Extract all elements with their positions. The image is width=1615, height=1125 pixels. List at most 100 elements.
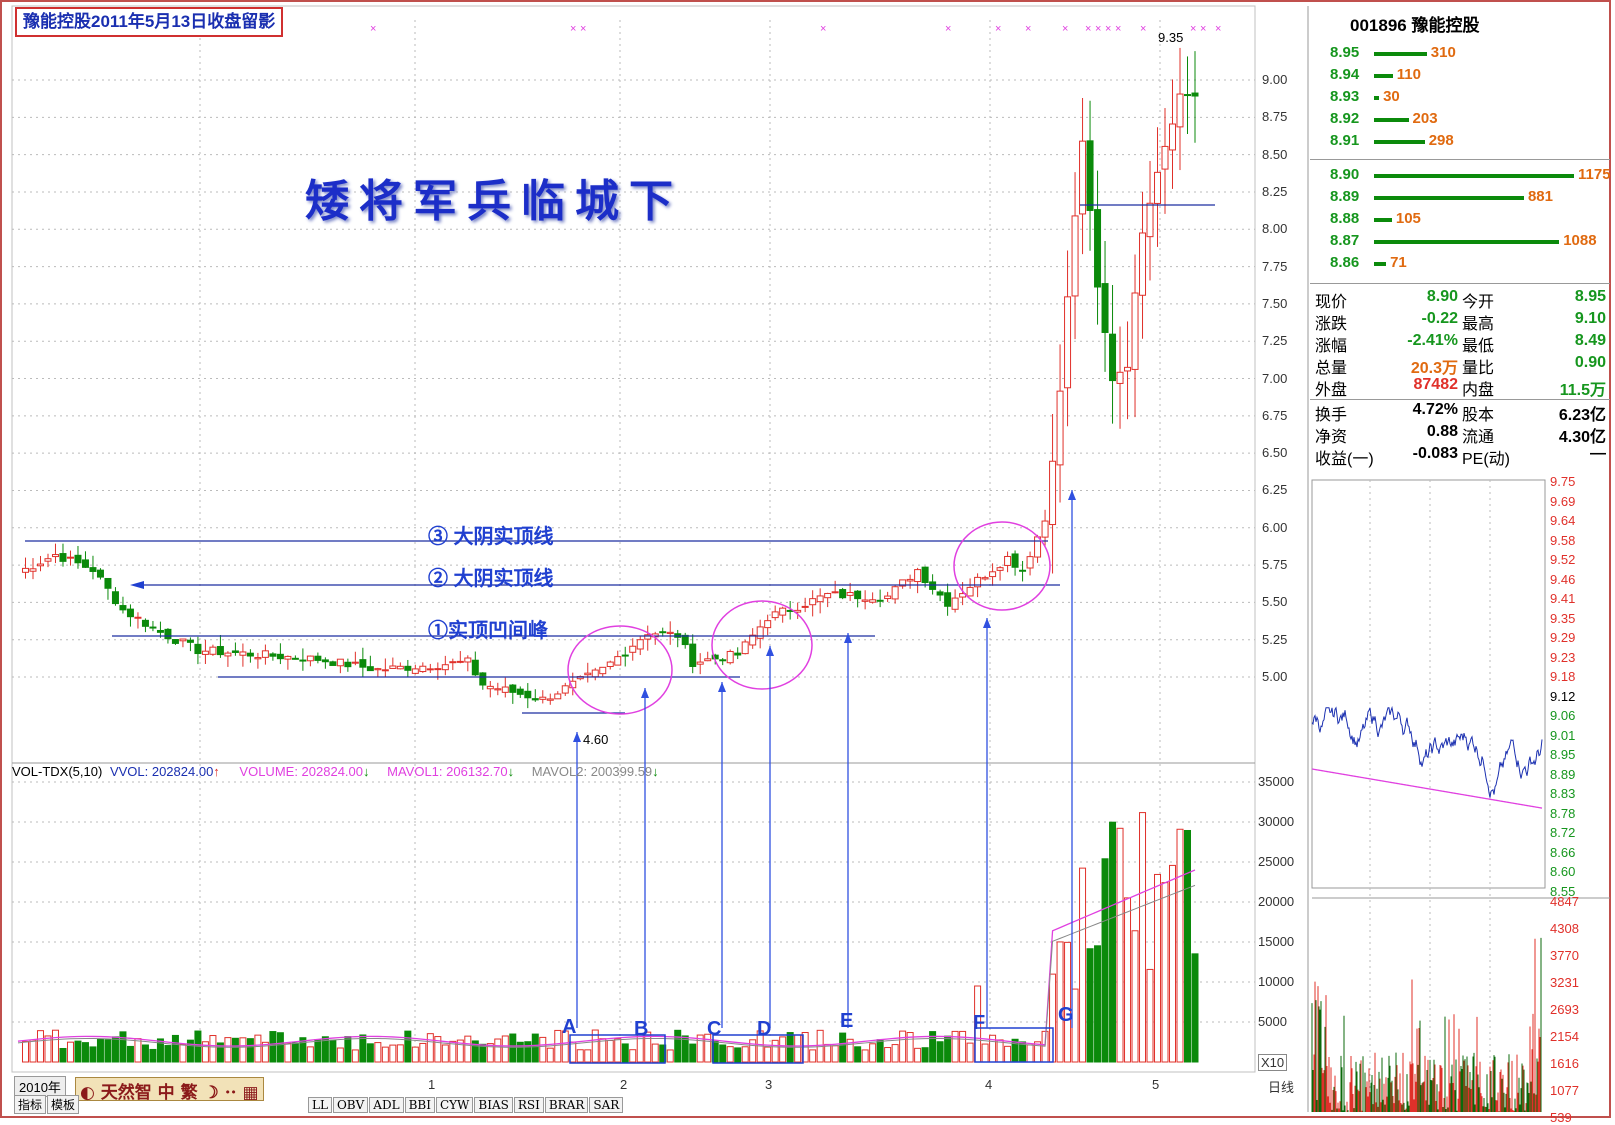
- ask-qty: 298: [1428, 132, 1454, 149]
- volume-bar: [464, 1035, 472, 1063]
- volume-tick: 15000: [1258, 934, 1295, 949]
- top-marker: ×: [945, 23, 951, 35]
- volume-bar: [1101, 858, 1109, 1063]
- price-tick: 6.00: [1262, 519, 1288, 535]
- volume-bar: [329, 1039, 337, 1063]
- volume-bar: [899, 1030, 907, 1063]
- top-marker: ×: [370, 23, 376, 35]
- tab-6[interactable]: CYW: [435, 1097, 474, 1113]
- candle-body: [164, 628, 172, 640]
- volume-bar: [21, 1041, 29, 1063]
- candle-body: [314, 655, 322, 661]
- volume-bar: [794, 1034, 802, 1063]
- volume-bar: [66, 1041, 74, 1063]
- tab-9[interactable]: BRAR: [544, 1097, 589, 1113]
- candle-body: [171, 639, 179, 644]
- volume-bar: [1161, 882, 1169, 1063]
- top-marker: ×: [1105, 23, 1111, 35]
- intraday-price-tick: 9.35: [1550, 610, 1576, 626]
- candle-body: [21, 567, 29, 573]
- volume-bar: [606, 1040, 614, 1063]
- page-title: 豫能控股2011年5月13日收盘留影: [15, 7, 284, 37]
- candle-body: [464, 657, 472, 663]
- candle-body: [141, 619, 149, 627]
- intraday-volume-tick: 2693: [1550, 1002, 1579, 1017]
- stat-value: 8.49: [1574, 332, 1606, 349]
- stat-label: 量比: [1462, 360, 1495, 377]
- stat-label: 外盘: [1315, 382, 1348, 399]
- tab-2[interactable]: LL: [308, 1097, 332, 1113]
- candle-body: [81, 559, 89, 568]
- stock-code-name: 001896 豫能控股: [1350, 16, 1480, 35]
- volume-legend: VOL-TDX(5,10) VVOL: 202824.00↑ VOLUME: 2…: [12, 764, 659, 779]
- candle-body: [74, 554, 82, 564]
- signal-letter-f: F: [973, 1012, 986, 1034]
- volume-tick: 20000: [1258, 894, 1295, 909]
- price-tick: 8.25: [1262, 183, 1288, 199]
- highlight-circle: [711, 600, 813, 690]
- volume-bar: [1026, 1044, 1034, 1063]
- volume-bar: [554, 1029, 562, 1063]
- volume-bar: [134, 1038, 142, 1063]
- volume-bar: [861, 1049, 869, 1063]
- signal-letter-b: B: [634, 1018, 649, 1040]
- stat-value: 20.3万: [1410, 360, 1458, 377]
- candle-body: [839, 589, 847, 599]
- volume-bar: [599, 1038, 607, 1063]
- volume-bar: [96, 1038, 104, 1063]
- intraday-volume-tick: 3231: [1550, 975, 1579, 990]
- candle-body: [209, 646, 217, 655]
- candle-body: [426, 668, 434, 671]
- volume-bar: [1191, 953, 1199, 1063]
- bid-price: 8.90: [1330, 166, 1360, 183]
- candle-body: [96, 569, 104, 578]
- stat-value: 11.5万: [1559, 382, 1606, 399]
- top-marker: ×: [1025, 23, 1031, 35]
- tab-4[interactable]: ADL: [369, 1097, 404, 1113]
- tab-3[interactable]: OBV: [332, 1097, 369, 1113]
- price-tick: 5.25: [1262, 631, 1288, 647]
- mavol2-value: MAVOL2: 200399.59: [531, 764, 653, 779]
- tab-8[interactable]: RSI: [513, 1097, 544, 1113]
- tab-10[interactable]: SAR: [589, 1097, 624, 1113]
- candle-body: [456, 660, 464, 663]
- stat-label: 净资: [1315, 429, 1348, 446]
- tab-5[interactable]: BBI: [404, 1097, 435, 1113]
- volume-bar: [1116, 827, 1124, 1063]
- candle-body: [1169, 123, 1177, 151]
- intraday-price-tick: 8.72: [1550, 825, 1576, 840]
- top-marker: ×: [820, 23, 826, 35]
- volume-bar: [509, 1033, 517, 1063]
- candle-body: [876, 599, 884, 602]
- intraday-price-tick: 9.58: [1550, 532, 1576, 548]
- tab-1[interactable]: 模板: [47, 1095, 80, 1114]
- volume-bar: [959, 1030, 967, 1063]
- time-tick: 5: [1152, 1077, 1160, 1092]
- mavol1-line: [17, 869, 1196, 1047]
- ask-depth-bar: [1374, 140, 1425, 144]
- quote-panel: 001896 豫能控股 8.95 310 8.94 110 8.93 30 8.92 203 8…: [1310, 6, 1611, 1125]
- stat-value: -0.22: [1421, 310, 1458, 327]
- ask-price: 8.91: [1330, 132, 1360, 149]
- stat-label: PE(动): [1462, 451, 1511, 468]
- tab-0[interactable]: 指标: [14, 1095, 47, 1114]
- intraday-price-tick: 8.83: [1550, 786, 1576, 801]
- stat-value: 87482: [1413, 376, 1459, 393]
- candle-body: [764, 620, 772, 629]
- signal-letter-g: G: [1058, 1004, 1074, 1026]
- candle-body: [1026, 556, 1034, 569]
- candle-body: [996, 567, 1004, 571]
- volume-bar: [291, 1042, 299, 1063]
- candle-body: [1191, 92, 1199, 97]
- volume-bar: [351, 1049, 359, 1063]
- candle-body: [479, 672, 487, 686]
- candle-body: [284, 655, 292, 660]
- volume-bar: [74, 1040, 82, 1063]
- top-marker: ×: [995, 23, 1001, 35]
- volume-bar: [344, 1036, 352, 1063]
- volume-bar: [764, 1046, 772, 1063]
- volume-bar: [426, 1033, 434, 1063]
- volume-bar: [689, 1043, 697, 1063]
- intraday-volume-tick: 2154: [1550, 1029, 1579, 1044]
- tab-7[interactable]: BIAS: [474, 1097, 513, 1113]
